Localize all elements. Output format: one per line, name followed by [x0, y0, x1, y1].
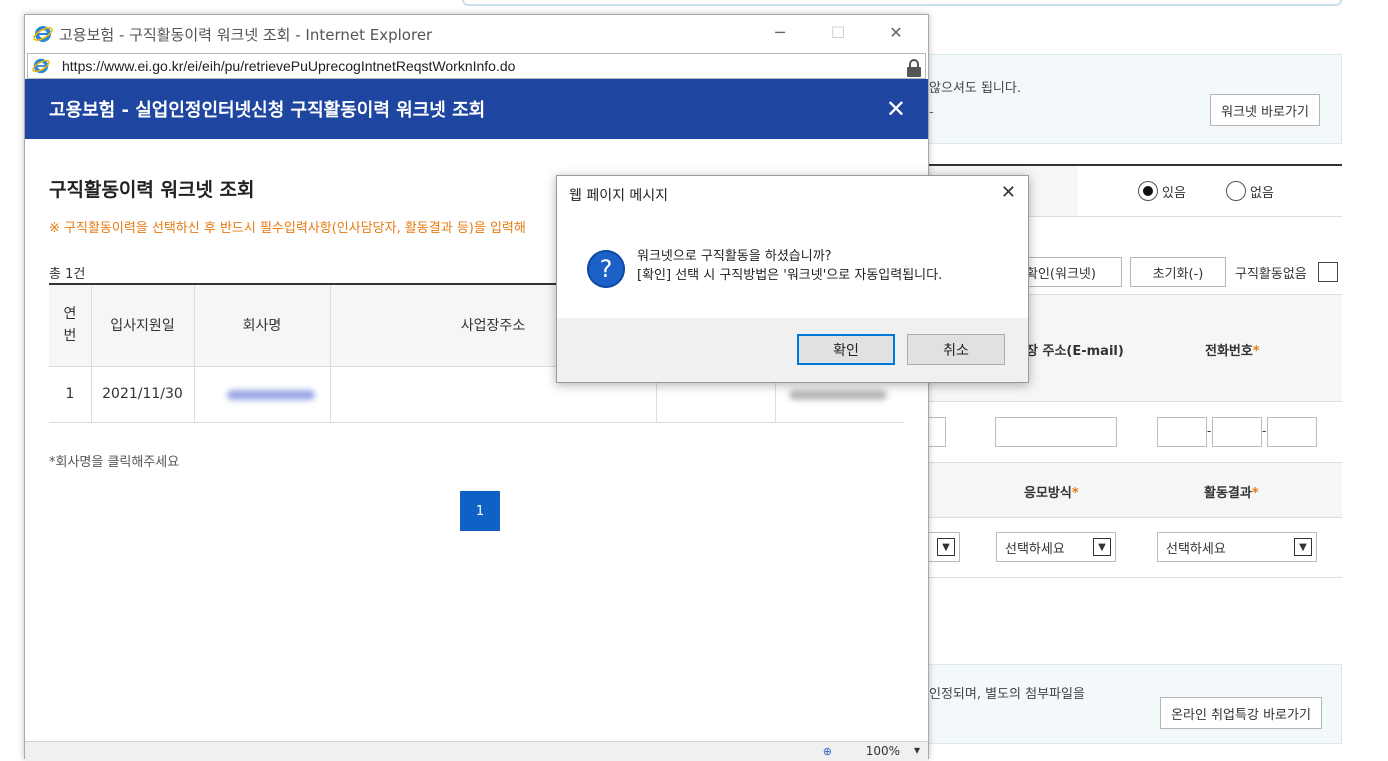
top-box: [462, 0, 1342, 6]
minimize-button[interactable]: ─: [770, 23, 790, 42]
status-bar: ⊕ 100% ▾: [25, 741, 928, 761]
no-activity-label: 구직활동없음: [1235, 267, 1307, 282]
column-header-date: 입사지원일: [110, 318, 175, 334]
select-dropdown[interactable]: ▼: [928, 532, 960, 562]
ie-logo-icon: [33, 26, 53, 42]
phone-column-header: 전화번호*: [1205, 344, 1260, 359]
dialog-message-line2: [확인] 선택 시 구직방법은 '워크넷'으로 자동입력됩니다.: [637, 268, 943, 283]
window-title: 고용보험 - 구직활동이력 워크넷 조회 - Internet Explorer: [59, 25, 433, 44]
apply-method-header: 응모방식*: [1024, 486, 1079, 501]
radio-no-label: 없음: [1250, 185, 1274, 201]
dialog-message-line1: 워크넷으로 구직활동을 하셨습니까?: [637, 249, 832, 264]
reset-button[interactable]: 초기화(-): [1130, 257, 1226, 287]
dialog-footer: 확인 취소: [557, 318, 1028, 382]
phone-input-1[interactable]: [1157, 417, 1207, 447]
result-header: 활동결과*: [1204, 486, 1259, 501]
phone-dash: -: [1207, 424, 1212, 438]
ok-button[interactable]: 확인: [797, 334, 895, 365]
chevron-down-icon: ▼: [1294, 538, 1312, 556]
phone-dash: -: [1262, 424, 1267, 438]
radio-no[interactable]: 없음: [1226, 181, 1274, 201]
apply-method-select[interactable]: 선택하세요 ▼: [996, 532, 1116, 562]
notice-text: ※ 구직활동이력을 선택하신 후 반드시 필수입력사항(인사담당자, 활동결과 …: [49, 221, 526, 236]
ie-window: 고용보험 - 구직활동이력 워크넷 조회 - Internet Explorer…: [24, 14, 929, 761]
title-bar: 고용보험 - 구직활동이력 워크넷 조회 - Internet Explorer: [25, 15, 928, 53]
zoom-level[interactable]: 100%: [866, 744, 900, 758]
worknet-link-button[interactable]: 워크넷 바로가기: [1210, 94, 1320, 126]
no-activity-checkbox[interactable]: [1318, 262, 1338, 282]
popup-title: 고용보험 - 실업인정인터넷신청 구직활동이력 워크넷 조회: [49, 100, 486, 121]
row-date: 2021/11/30: [102, 386, 183, 402]
email-input[interactable]: [995, 417, 1117, 447]
info-text: 인정되며, 별도의 첨부파일을: [929, 687, 1085, 702]
chevron-down-icon: ▼: [937, 538, 955, 556]
total-count: 총 1건: [49, 267, 86, 282]
cancel-button[interactable]: 취소: [907, 334, 1005, 365]
zoom-icon: ⊕: [822, 745, 832, 758]
chevron-down-icon: ▼: [1093, 538, 1111, 556]
maximize-button[interactable]: ☐: [828, 23, 848, 42]
result-value: 선택하세요: [1166, 541, 1226, 557]
message-dialog: 웹 페이지 메시지 ✕ ? 워크넷으로 구직활동을 하셨습니까? [확인] 선택…: [556, 175, 1029, 383]
divider: [928, 577, 1342, 578]
column-header-company: 회사명: [242, 318, 282, 334]
email-column-header: 장 주소(E-mail): [1026, 344, 1124, 359]
radio-yes-label: 있음: [1162, 185, 1186, 201]
column-header-no: 연 번: [63, 306, 77, 344]
radio-checked-icon: [1138, 181, 1158, 201]
dialog-title: 웹 페이지 메시지: [569, 188, 669, 204]
apply-method-value: 선택하세요: [1005, 541, 1065, 557]
popup-header: 고용보험 - 실업인정인터넷신청 구직활동이력 워크넷 조회 ✕: [25, 79, 928, 139]
section-title: 구직활동이력 워크넷 조회: [49, 179, 255, 201]
phone-input-3[interactable]: [1267, 417, 1317, 447]
pagination-page-1[interactable]: 1: [460, 491, 500, 531]
hint-text: *회사명을 클릭해주세요: [49, 455, 180, 470]
company-name-link[interactable]: [227, 390, 315, 400]
url-text: https://www.ei.go.kr/ei/eih/pu/retrieveP…: [62, 58, 516, 74]
window-close-button[interactable]: ✕: [886, 23, 906, 42]
radio-unchecked-icon: [1226, 181, 1246, 201]
row-no: 1: [65, 386, 75, 402]
phone-blurred: [789, 390, 887, 400]
table-header-2: [928, 462, 1342, 518]
info-text: 않으셔도 됩니다.: [929, 81, 1021, 96]
radio-yes[interactable]: 있음: [1138, 181, 1186, 201]
popup-close-button[interactable]: ✕: [886, 95, 906, 123]
dialog-message: 워크넷으로 구직활동을 하셨습니까? [확인] 선택 시 구직방법은 '워크넷'…: [637, 247, 942, 285]
address-bar[interactable]: https://www.ei.go.kr/ei/eih/pu/retrieveP…: [27, 53, 926, 79]
info-subtext: -: [929, 105, 934, 120]
ie-logo-icon: [32, 58, 50, 74]
dialog-close-button[interactable]: ✕: [1001, 182, 1016, 203]
phone-input-2[interactable]: [1212, 417, 1262, 447]
result-select[interactable]: 선택하세요 ▼: [1157, 532, 1317, 562]
question-icon: ?: [587, 250, 625, 288]
text-input[interactable]: [928, 417, 946, 447]
lock-icon[interactable]: [906, 59, 922, 77]
online-course-link-button[interactable]: 온라인 취업특강 바로가기: [1160, 697, 1322, 729]
